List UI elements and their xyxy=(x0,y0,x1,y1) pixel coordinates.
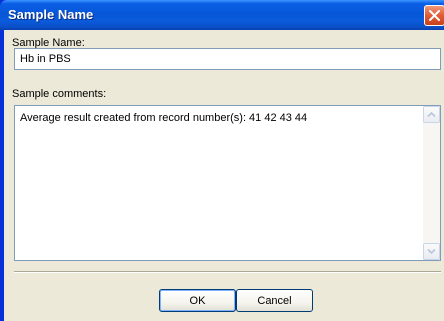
dialog-window: Sample Name Sample Name: Hb in PBS Sampl… xyxy=(0,0,444,321)
sample-comments-value: Average result created from record numbe… xyxy=(20,112,308,124)
scroll-up-button[interactable] xyxy=(423,106,440,123)
sample-comments-label: Sample comments: xyxy=(12,88,107,100)
title-bar[interactable]: Sample Name xyxy=(0,0,444,30)
sample-comments-textarea[interactable]: Average result created from record numbe… xyxy=(14,105,441,261)
close-button[interactable] xyxy=(424,5,444,26)
scroll-down-button[interactable] xyxy=(423,243,440,260)
ok-button[interactable]: OK xyxy=(159,289,236,312)
vertical-scrollbar[interactable] xyxy=(423,106,440,260)
button-separator xyxy=(14,271,441,273)
cancel-button[interactable]: Cancel xyxy=(236,289,313,312)
sample-name-value: Hb in PBS xyxy=(20,53,71,65)
scroll-down-arrow-icon xyxy=(427,248,436,255)
sample-name-input[interactable]: Hb in PBS xyxy=(14,48,441,70)
scroll-up-arrow-icon xyxy=(427,111,436,118)
close-icon xyxy=(429,10,440,21)
window-title: Sample Name xyxy=(8,7,94,22)
